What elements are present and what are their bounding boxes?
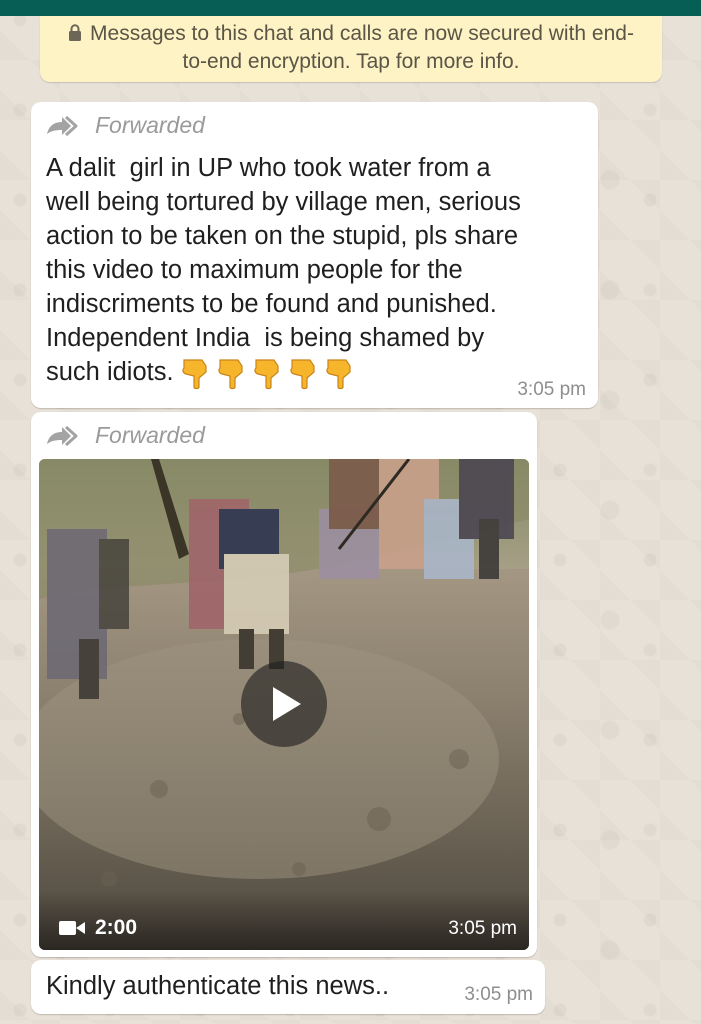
pointing-down-emoji-row <box>174 358 354 390</box>
video-duration-text: 2:00 <box>95 916 138 939</box>
pointing-down-emoji <box>325 359 351 390</box>
encryption-notice[interactable]: Messages to this chat and calls are now … <box>40 16 662 82</box>
forwarded-indicator: Forwarded <box>45 422 205 449</box>
video-thumbnail[interactable]: 2:00 3:05 pm <box>39 459 529 950</box>
video-duration: 2:00 <box>59 916 137 940</box>
message-timestamp: 3:05 pm <box>517 379 586 400</box>
video-camera-icon <box>59 921 85 935</box>
pointing-down-emoji <box>253 359 279 390</box>
message-bubble-forwarded-video[interactable]: Forwarded 2:00 3:05 pm <box>31 412 537 957</box>
message-bubble-text[interactable]: Kindly authenticate this news.. 3:05 pm <box>31 960 545 1014</box>
message-bubble-forwarded-text[interactable]: Forwarded A dalit girl in UP who took wa… <box>31 102 598 408</box>
forwarded-indicator: Forwarded <box>45 112 205 139</box>
play-icon <box>273 687 301 721</box>
message-timestamp: 3:05 pm <box>464 984 533 1005</box>
forwarded-label: Forwarded <box>95 422 205 448</box>
play-button[interactable] <box>241 661 327 747</box>
forward-icon <box>47 115 78 136</box>
pointing-down-emoji <box>181 359 207 390</box>
message-text: A dalit girl in UP who took water from a… <box>46 151 591 390</box>
pointing-down-emoji <box>217 359 243 390</box>
message-text: Kindly authenticate this news.. <box>46 972 390 1000</box>
forwarded-label: Forwarded <box>95 112 205 138</box>
video-timestamp: 3:05 pm <box>448 918 517 939</box>
message-text-content: A dalit girl in UP who took water from a… <box>46 154 521 386</box>
encryption-notice-text: Messages to this chat and calls are now … <box>90 22 634 73</box>
forward-icon <box>47 425 78 446</box>
lock-icon <box>69 24 82 41</box>
chat-header-bar <box>0 0 701 16</box>
pointing-down-emoji <box>289 359 315 390</box>
